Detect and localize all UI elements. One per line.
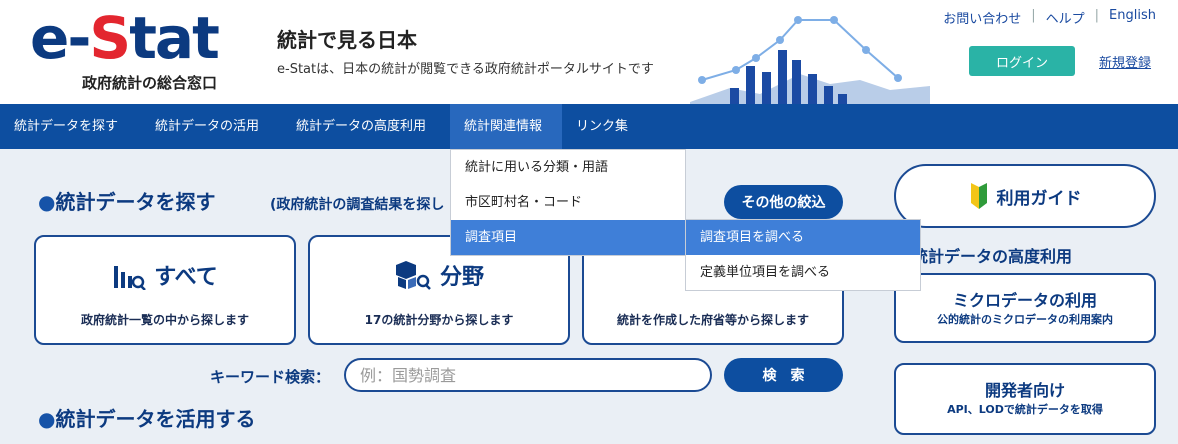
main-nav: 統計データを探す 統計データの活用 統計データの高度利用 統計関連情報 リンク集 (0, 104, 1178, 149)
submenu-item-search-definition-units[interactable]: 定義単位項目を調べる (686, 255, 920, 290)
survey-items-submenu: 調査項目を調べる 定義単位項目を調べる (685, 219, 921, 291)
link-separator: | (1094, 8, 1100, 23)
help-link[interactable]: ヘルプ (1046, 8, 1085, 27)
card-all-heading: すべて (36, 259, 294, 291)
search-section-title: ●統計データを探す (38, 190, 216, 214)
top-links: お問い合わせ | ヘルプ | English (943, 8, 1156, 27)
contact-link[interactable]: お問い合わせ (943, 8, 1021, 27)
nav-item-search-data[interactable]: 統計データを探す (0, 104, 141, 149)
microdata-box[interactable]: ミクロデータの利用 公的統計のミクロデータの利用案内 (894, 273, 1156, 343)
site-header: e-Stat 政府統計の総合窓口 統計で見る日本 e-Statは、日本の統計が閲… (0, 0, 1178, 106)
card-field-heading: 分野 (310, 259, 568, 291)
site-title: 統計で見る日本 (277, 28, 417, 52)
nav-item-advanced-use[interactable]: 統計データの高度利用 (282, 104, 450, 149)
logo-subtitle: 政府統計の総合窓口 (82, 74, 218, 92)
nav-item-use-data[interactable]: 統計データの活用 (141, 104, 282, 149)
keyword-search-label: キーワード検索： (210, 368, 331, 386)
search-button[interactable]: 検 索 (724, 358, 843, 392)
card-all[interactable]: すべて 政府統計一覧の中から探します (34, 235, 296, 345)
submenu-item-search-survey-items[interactable]: 調査項目を調べる (686, 220, 920, 255)
register-link[interactable]: 新規登録 (1099, 52, 1151, 71)
cubes-search-icon (395, 261, 431, 290)
advanced-use-heading: 統計データの高度利用 (912, 247, 1073, 266)
header-chart-illustration (690, 16, 930, 106)
card-ministry-description: 統計を作成した府省等から探します (616, 313, 809, 327)
menu-item-survey-items[interactable]: 調査項目 (451, 220, 685, 255)
microdata-subtitle: 公的統計のミクロデータの利用案内 (937, 313, 1113, 326)
menu-item-municipality-codes[interactable]: 市区町村名・コード (451, 185, 685, 220)
developer-box[interactable]: 開発者向け API、LODで統計データを取得 (894, 363, 1156, 435)
bullet-icon: ● (38, 190, 56, 214)
beginner-mark-icon (970, 183, 987, 209)
bar-chart-search-icon (114, 266, 147, 290)
card-field-description: 17の統計分野から探します (364, 313, 514, 327)
developer-subtitle: API、LODで統計データを取得 (947, 403, 1103, 416)
other-filters-button[interactable]: その他の絞込 (724, 185, 843, 219)
link-separator: | (1031, 8, 1036, 23)
microdata-title: ミクロデータの利用 (952, 291, 1097, 310)
estat-logo[interactable]: e-Stat 政府統計の総合窓口 (30, 4, 220, 92)
user-guide-button[interactable]: 利用ガイド (894, 164, 1156, 228)
developer-title: 開発者向け (984, 381, 1065, 400)
menu-item-classification[interactable]: 統計に用いる分類・用語 (451, 150, 685, 185)
logo-wordmark: e-Stat (30, 4, 220, 72)
login-button[interactable]: ログイン (969, 46, 1075, 76)
use-section-title: ●統計データを活用する (38, 407, 256, 431)
search-section-subtitle: (政府統計の調査結果を探し (270, 197, 445, 213)
related-info-dropdown: 統計に用いる分類・用語 市区町村名・コード 調査項目 (450, 149, 686, 256)
bullet-icon: ● (38, 407, 56, 431)
keyword-search-input[interactable] (344, 358, 712, 392)
english-link[interactable]: English (1109, 8, 1156, 27)
card-all-description: 政府統計一覧の中から探します (80, 313, 249, 327)
nav-item-related-info[interactable]: 統計関連情報 (450, 104, 562, 149)
nav-item-links[interactable]: リンク集 (562, 104, 642, 149)
site-description: e-Statは、日本の統計が閲覧できる政府統計ポータルサイトです (277, 62, 654, 77)
